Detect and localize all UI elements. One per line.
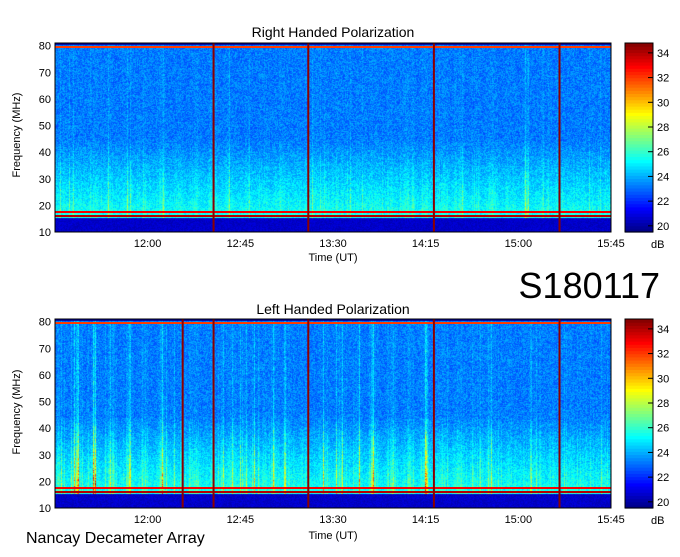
x-tick-label: 14:15 xyxy=(412,238,440,250)
colorbar-unit: dB xyxy=(651,515,664,527)
x-tick-label: 15:45 xyxy=(597,238,625,250)
x-tick-label: 15:00 xyxy=(505,238,533,250)
y-tick-label: 60 xyxy=(39,94,51,106)
spectrogram-raster xyxy=(55,319,611,508)
y-tick-label: 20 xyxy=(39,200,51,212)
y-tick-label: 40 xyxy=(39,147,51,159)
colorbar-tick-label: 34 xyxy=(657,48,669,60)
right-panel-colorbar: 20 22 24 26 28 30 32 34 dB xyxy=(624,42,669,251)
y-tick-label: 20 xyxy=(39,476,51,488)
colorbar-tick-label: 20 xyxy=(657,221,669,233)
x-tick-label: 12:45 xyxy=(227,238,255,250)
left-polarization-panel: Left Handed Polarization Frequency (MHz)… xyxy=(11,301,669,542)
right-panel-xlabel: Time (UT) xyxy=(308,252,357,264)
colorbar-tick-label: 22 xyxy=(657,196,669,208)
observatory-name: Nancay Decameter Array xyxy=(26,530,205,547)
date-code: S180117 xyxy=(519,265,660,306)
y-tick-label: 50 xyxy=(39,121,51,133)
spectrogram-figure: Right Handed Polarization Frequency (MHz… xyxy=(11,24,669,547)
y-tick-label: 80 xyxy=(39,41,51,53)
spectrogram-raster xyxy=(55,43,611,232)
y-tick-label: 50 xyxy=(39,397,51,409)
colorbar-tick-label: 22 xyxy=(657,472,669,484)
colorbar-tick-label: 20 xyxy=(657,497,669,509)
y-tick-label: 80 xyxy=(39,317,51,329)
y-tick-label: 10 xyxy=(39,503,51,515)
colorbar-step xyxy=(625,43,653,47)
y-tick-label: 60 xyxy=(39,370,51,382)
colorbar-tick-label: 32 xyxy=(657,349,669,361)
colorbar-tick-label: 24 xyxy=(657,171,669,183)
right-panel-title: Right Handed Polarization xyxy=(252,24,415,40)
right-panel-ylabel: Frequency (MHz) xyxy=(11,93,23,178)
colorbar-unit: dB xyxy=(651,239,664,251)
x-tick-label: 12:00 xyxy=(134,514,162,526)
colorbar-step xyxy=(625,319,653,323)
x-tick-label: 15:45 xyxy=(597,514,625,526)
left-panel-title: Left Handed Polarization xyxy=(256,301,409,317)
colorbar-tick-label: 28 xyxy=(657,398,669,410)
colorbar-tick-label: 26 xyxy=(657,147,669,159)
colorbar-tick-label: 30 xyxy=(657,97,669,109)
left-panel-colorbar: 20 22 24 26 28 30 32 34 dB xyxy=(624,318,669,527)
y-tick-label: 70 xyxy=(39,67,51,79)
y-tick-label: 40 xyxy=(39,423,51,435)
x-tick-label: 13:30 xyxy=(319,514,347,526)
left-panel-xlabel: Time (UT) xyxy=(308,530,357,542)
y-tick-label: 70 xyxy=(39,343,51,355)
x-tick-label: 13:30 xyxy=(319,238,347,250)
x-tick-label: 14:15 xyxy=(412,514,440,526)
colorbar-tick-label: 30 xyxy=(657,373,669,385)
y-tick-label: 10 xyxy=(39,227,51,239)
x-tick-label: 12:00 xyxy=(134,238,162,250)
right-polarization-panel: Right Handed Polarization Frequency (MHz… xyxy=(11,24,669,264)
colorbar-tick-label: 24 xyxy=(657,447,669,459)
left-panel-ylabel: Frequency (MHz) xyxy=(11,370,23,455)
y-tick-label: 30 xyxy=(39,174,51,186)
colorbar-tick-label: 28 xyxy=(657,122,669,134)
colorbar-tick-label: 26 xyxy=(657,423,669,435)
colorbar-tick-label: 32 xyxy=(657,73,669,85)
x-tick-label: 12:45 xyxy=(227,514,255,526)
x-tick-label: 15:00 xyxy=(505,514,533,526)
colorbar-tick-label: 34 xyxy=(657,324,669,336)
y-tick-label: 30 xyxy=(39,450,51,462)
